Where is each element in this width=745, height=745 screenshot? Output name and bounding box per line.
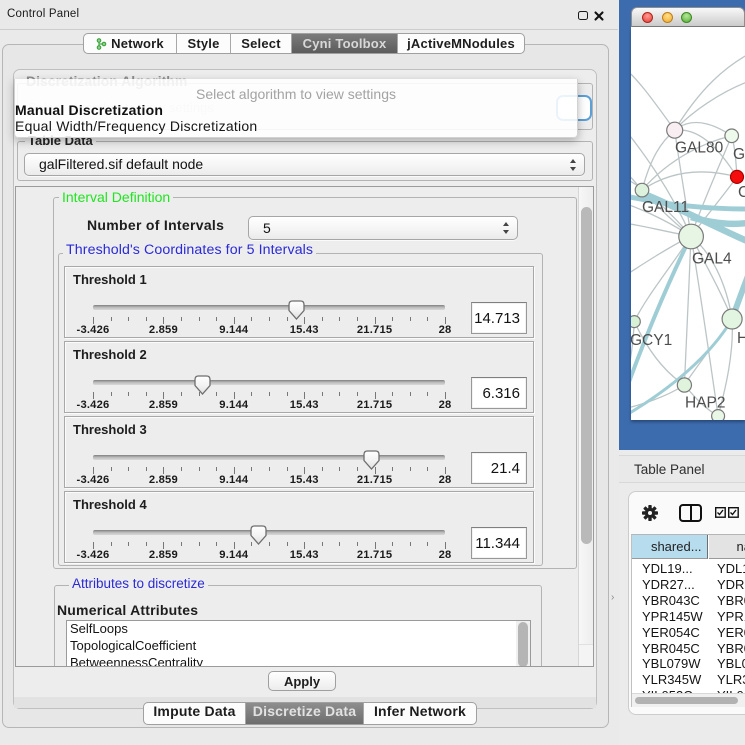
- svg-text:HAP2: HAP2: [685, 395, 726, 412]
- svg-text:H: H: [737, 330, 745, 347]
- svg-text:C: C: [738, 184, 745, 201]
- svg-text:GAL11: GAL11: [642, 199, 689, 216]
- svg-text:G.: G.: [733, 146, 745, 163]
- svg-text:GAL4: GAL4: [692, 251, 732, 268]
- svg-text:GAL80: GAL80: [675, 140, 724, 157]
- svg-text:GCY1: GCY1: [631, 332, 672, 349]
